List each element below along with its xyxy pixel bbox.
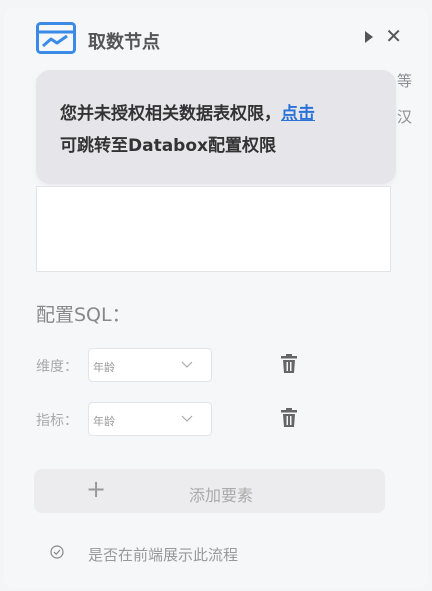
trash-icon[interactable] — [280, 408, 298, 428]
show-in-frontend-label: 是否在前端展示此流程 — [88, 546, 239, 564]
dimension-row: 维度： 年龄 — [36, 348, 336, 382]
description-fragment-right-top: 等 — [396, 72, 412, 90]
tooltip-line2: 可跳转至Databox配置权限 — [60, 136, 276, 156]
tooltip-line1: 您并未授权相关数据表权限， — [60, 104, 281, 124]
dimension-select[interactable]: 年龄 — [88, 348, 212, 382]
permission-link[interactable]: 点击 — [281, 104, 315, 124]
add-element-button[interactable]: + 添加要素 — [34, 469, 385, 513]
metric-select-value: 年龄 — [93, 415, 115, 428]
permission-tooltip: 您并未授权相关数据表权限，点击 可跳转至Databox配置权限 — [36, 70, 396, 184]
metric-row: 指标： 年龄 — [36, 402, 336, 436]
panel-title: 取数节点 — [88, 32, 160, 53]
chevron-down-icon — [181, 415, 193, 422]
check-circle-icon[interactable] — [50, 545, 64, 559]
metric-label: 指标： — [36, 413, 78, 429]
metric-select[interactable]: 年龄 — [88, 402, 212, 436]
panel: 取数节点 ✕ — 等 汉 您并未授权相关数据表权限，点击 可跳转至Databox… — [0, 0, 432, 591]
sql-textarea[interactable] — [36, 186, 391, 272]
add-element-label: 添加要素 — [189, 486, 254, 505]
chevron-down-icon — [181, 361, 193, 368]
show-in-frontend-option[interactable]: 是否在前端展示此流程 — [50, 542, 350, 564]
tooltip-message: 您并未授权相关数据表权限，点击 可跳转至Databox配置权限 — [60, 98, 380, 162]
dimension-label: 维度： — [36, 359, 78, 375]
config-sql-title: 配置SQL： — [36, 304, 131, 326]
close-icon[interactable]: ✕ — [385, 26, 402, 46]
dimension-select-value: 年龄 — [93, 361, 115, 374]
plus-icon: + — [86, 475, 107, 503]
data-node-icon — [36, 22, 76, 54]
trash-icon[interactable] — [280, 354, 298, 374]
panel-header: 取数节点 ✕ — [36, 22, 406, 56]
caret-right-icon[interactable] — [362, 28, 376, 46]
description-fragment-right-bottom: 汉 — [396, 108, 412, 126]
